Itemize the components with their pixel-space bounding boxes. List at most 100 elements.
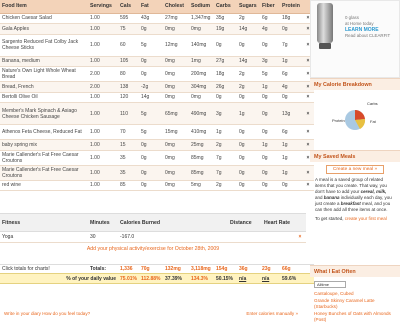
total-chol[interactable]: 132mg: [163, 264, 189, 274]
dv-cals: 75.01%: [118, 273, 139, 284]
cals-value: 138: [118, 81, 139, 93]
food-table: Food Item Servings Cals Fat Cholest Sodi…: [0, 0, 314, 191]
fiber-value: 5g: [260, 66, 280, 82]
carbs-value: 27g: [214, 56, 237, 67]
food-name-link[interactable]: Chicken Caesar Salad: [0, 13, 88, 24]
total-sugars[interactable]: 36g: [237, 264, 260, 274]
total-carbs[interactable]: 154g: [214, 264, 237, 274]
sugars-value: 14g: [237, 56, 260, 67]
protein-value: 13g: [280, 102, 302, 125]
dv-fiber[interactable]: n/a: [260, 273, 280, 284]
servings-value[interactable]: 1.00: [88, 56, 118, 67]
ad-line4: Read about CLEARFIT: [345, 33, 391, 38]
create-meal-button[interactable]: Create a new meal »: [326, 165, 384, 174]
food-name-link[interactable]: Nature's Own Light Whole Wheat Bread: [0, 66, 88, 82]
servings-value[interactable]: 1.00: [88, 180, 118, 191]
pie-label-fat: Fat: [370, 119, 377, 124]
col-distance: Distance: [228, 213, 262, 232]
sodium-value: 410mg: [189, 124, 214, 140]
totals-row[interactable]: Click totals for charts! Totals: 1,336 7…: [0, 264, 314, 274]
often-item[interactable]: Grande Skinny Caramel Latte (Starbucks): [314, 298, 396, 310]
totals-hint: Click totals for charts!: [0, 264, 88, 274]
protein-value: 1g: [280, 165, 302, 181]
servings-value[interactable]: 1.00: [88, 150, 118, 166]
food-name-link[interactable]: Athenos Feta Cheese, Reduced Fat: [0, 124, 88, 140]
sugars-value: 0g: [237, 92, 260, 103]
fiber-value: 0g: [260, 165, 280, 181]
servings-value[interactable]: 1.00: [88, 124, 118, 140]
timeframe-select[interactable]: Alltime: [314, 281, 346, 288]
sodium-value: 85mg: [189, 165, 214, 181]
col-fitness: Fitness: [0, 213, 88, 232]
eat-often-title: What I Eat Often: [310, 265, 400, 277]
food-name-link[interactable]: Bread, French: [0, 81, 88, 93]
dv-fat: 112.88%: [139, 273, 163, 284]
sodium-value: 1mg: [189, 56, 214, 67]
servings-value[interactable]: 1.00: [88, 165, 118, 181]
sodium-value: 0mg: [189, 92, 214, 103]
food-name-link[interactable]: red wine: [0, 180, 88, 191]
cals-value: 105: [118, 56, 139, 67]
food-name-link[interactable]: Bertolli Olive Oil: [0, 92, 88, 103]
write-diary-link[interactable]: Write in your diary How do you feel toda…: [4, 311, 90, 316]
chol-value: 27mg: [163, 13, 189, 24]
total-protein[interactable]: 66g: [280, 264, 302, 274]
total-sodium[interactable]: 3,118mg: [189, 264, 214, 274]
fat-value: 0g: [139, 180, 163, 191]
create-first-meal-link[interactable]: create your first meal: [345, 216, 387, 221]
often-item[interactable]: Honey Bunches of Oats with Almonds (Post…: [314, 311, 396, 322]
food-name-link[interactable]: Member's Mark Spinach & Asiago Cheese Ch…: [0, 102, 88, 125]
dv-sugars[interactable]: n/a: [237, 273, 260, 284]
often-item[interactable]: Cantaloupe, Cubed: [314, 291, 396, 297]
calorie-breakdown-chart[interactable]: Carbs Protein Fat: [310, 90, 400, 150]
fat-value: -2g: [139, 81, 163, 93]
sugars-value: 14g: [237, 23, 260, 35]
often-list: Cantaloupe, Cubed Grande Skinny Caramel …: [310, 288, 400, 322]
food-name-link[interactable]: Sargento Reduced Fat Colby Jack Cheese S…: [0, 34, 88, 57]
dv-sodium: 134.3%: [189, 273, 214, 284]
cals-value: 75: [118, 23, 139, 35]
fat-value: 0g: [139, 66, 163, 82]
exercise-calories: -167.0: [118, 231, 228, 243]
pie-label-carbs: Carbs: [367, 101, 378, 106]
servings-value[interactable]: 2.00: [88, 81, 118, 93]
table-row: Banana, medium 1.00 105 0g 0mg 1mg 27g 1…: [0, 56, 314, 67]
servings-value[interactable]: 1.00: [88, 92, 118, 103]
food-name-link[interactable]: Marie Callender's Fat Free Caesar Crouto…: [0, 165, 88, 181]
sugars-value: 0g: [237, 124, 260, 140]
pie-chart: Carbs Protein Fat: [332, 101, 378, 130]
servings-value[interactable]: 1.00: [88, 13, 118, 24]
servings-value[interactable]: 1.00: [88, 102, 118, 125]
servings-value[interactable]: 1.00: [88, 34, 118, 57]
ad-banner[interactable]: 0 glass at Home today LEARN MORE Read ab…: [310, 0, 400, 78]
col-servings: Servings: [88, 0, 118, 14]
food-name-link[interactable]: Marie Callender's Fat Free Caesar Crouto…: [0, 150, 88, 166]
food-name-link[interactable]: Gala Apples: [0, 23, 88, 35]
food-name-link[interactable]: baby spring mix: [0, 139, 88, 151]
servings-value[interactable]: 1.00: [88, 139, 118, 151]
fiber-value: 0g: [260, 180, 280, 191]
enter-calories-link[interactable]: Enter calories manually »: [246, 311, 298, 316]
sugars-value: 1g: [237, 102, 260, 125]
col-sugars: Sugars: [237, 0, 260, 14]
table-row: Chicken Caesar Salad 1.00 595 43g 27mg 1…: [0, 13, 314, 24]
exercise-minutes: 30: [88, 231, 118, 243]
chol-value: 0mg: [163, 150, 189, 166]
total-cals[interactable]: 1,336: [118, 264, 139, 274]
table-row: Athenos Feta Cheese, Reduced Fat 1.00 70…: [0, 124, 314, 140]
pie-label-protein: Protein: [332, 118, 345, 123]
total-fiber[interactable]: 23g: [260, 264, 280, 274]
col-calories-burned: Calories Burned: [118, 213, 228, 232]
servings-value[interactable]: 2.00: [88, 66, 118, 82]
servings-value[interactable]: 1.00: [88, 23, 118, 35]
fiber-value: 1g: [260, 81, 280, 93]
remove-icon[interactable]: ×: [294, 231, 306, 243]
add-exercise-link[interactable]: Add your physical activity/exercise for …: [0, 243, 306, 255]
food-name-link[interactable]: Banana, medium: [0, 56, 88, 67]
cals-value: 35: [118, 150, 139, 166]
table-row: baby spring mix 1.00 15 0g 0mg 25mg 2g 0…: [0, 139, 314, 151]
calorie-breakdown-title: My Calorie Breakdown: [310, 78, 400, 90]
meal-description: A meal is a saved group of related items…: [315, 177, 392, 222]
total-fat[interactable]: 70g: [139, 264, 163, 274]
sugars-value: 2g: [237, 13, 260, 24]
